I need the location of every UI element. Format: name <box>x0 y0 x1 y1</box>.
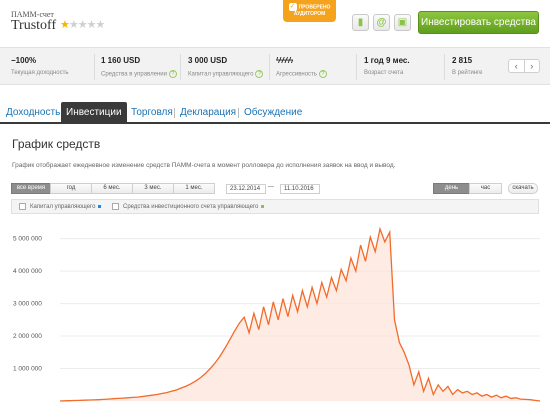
stat-rating: 2 815 В рейтинге <box>452 56 483 76</box>
stat-label: Возраст счета <box>364 70 404 76</box>
account-pager: ‹ › <box>508 59 540 73</box>
tab-profitability[interactable]: Доходность <box>6 107 60 118</box>
range-3m-button[interactable]: 3 мес. <box>132 183 174 194</box>
star-icon: ★★★★ <box>68 19 105 31</box>
tab-divider <box>238 108 239 118</box>
checkbox[interactable] <box>112 203 119 210</box>
chart-legend: Капитал управляющего Средства инвестицио… <box>11 199 539 214</box>
granularity-day-button[interactable]: день <box>433 183 470 194</box>
y-tick-label: 4 000 000 <box>13 268 42 275</box>
star-icon: ★ <box>60 19 70 31</box>
stat-profit: −100% Текущая доходность <box>11 56 68 76</box>
divider <box>444 54 445 80</box>
y-tick-label: 2 000 000 <box>13 333 42 340</box>
account-name[interactable]: Trustoff <box>11 18 56 34</box>
date-separator: — <box>268 184 274 190</box>
stat-age: 1 год 9 мес. Возраст счета <box>364 56 410 76</box>
stats-bar: −100% Текущая доходность 1 160 USD Средс… <box>0 47 550 85</box>
range-year-button[interactable]: год <box>50 183 92 194</box>
contact-button[interactable]: @ <box>373 14 390 31</box>
range-1m-button[interactable]: 1 мес. <box>173 183 215 194</box>
section-description: График отображает ежедневное изменение с… <box>12 162 396 169</box>
help-icon[interactable]: ? <box>168 70 177 78</box>
stat-value: 3 000 USD <box>188 56 228 65</box>
tab-divider <box>174 108 175 118</box>
stat-label: В рейтинге <box>452 70 483 76</box>
chevron-right-icon[interactable]: › <box>525 60 540 72</box>
legend-swatch <box>261 205 265 208</box>
tab-declaration[interactable]: Декларация <box>180 107 236 118</box>
date-from-input[interactable]: 23.12.2014 <box>226 184 266 194</box>
chevron-left-icon[interactable]: ‹ <box>509 60 525 72</box>
stat-value: 2 815 <box>452 56 473 65</box>
section-title: График средств <box>12 137 101 151</box>
series-area <box>60 228 540 401</box>
stat-funds: 1 160 USD Средства в управлении? <box>101 56 177 78</box>
stat-label: Агрессивность? <box>276 70 327 78</box>
divider <box>356 54 357 80</box>
legend-item-investment[interactable]: Средства инвестиционного счета управляющ… <box>112 203 265 210</box>
stat-capital: 3 000 USD Капитал управляющего? <box>188 56 264 78</box>
granularity-hour-button[interactable]: час <box>469 183 502 194</box>
date-to-input[interactable]: 11.10.2016 <box>280 184 320 194</box>
audit-badge[interactable]: ✓ ПРОВЕРЕНО АУДИТОРОМ <box>283 0 336 22</box>
tab-investments[interactable]: Инвестиции <box>61 102 127 124</box>
checkmark-icon: ✓ <box>288 3 297 11</box>
briefcase-icon: ▣ <box>397 17 408 28</box>
lightning-icon: ϟϟϟϟϟ <box>276 56 293 65</box>
help-icon[interactable]: ? <box>255 70 264 78</box>
range-6m-button[interactable]: 6 мес. <box>91 183 133 194</box>
y-tick-label: 3 000 000 <box>13 301 42 308</box>
rating-stars: ★★★★★ <box>60 18 105 31</box>
range-all-button[interactable]: все время <box>11 183 51 194</box>
portfolio-button[interactable]: ▣ <box>394 14 411 31</box>
stat-aggressiveness: ϟϟϟϟϟ Агрессивность? <box>276 56 327 78</box>
help-icon[interactable]: ? <box>318 70 327 78</box>
audit-badge-label: ПРОВЕРЕНО АУДИТОРОМ <box>293 4 331 17</box>
invest-button[interactable]: Инвестировать средства <box>418 11 539 34</box>
stat-value: 1 год 9 мес. <box>364 56 410 65</box>
legend-label: Средства инвестиционного счета управляющ… <box>123 203 259 210</box>
divider <box>180 54 181 80</box>
stat-label: Средства в управлении? <box>101 70 177 78</box>
legend-label: Капитал управляющего <box>30 203 96 210</box>
checkbox[interactable] <box>19 203 26 210</box>
account-header: ПАММ-счет Trustoff ★★★★★ ✓ ПРОВЕРЕНО АУДИ… <box>0 0 550 47</box>
funds-chart-svg: 1 000 000 2 000 000 3 000 000 4 000 000 5 00… <box>13 226 541 402</box>
y-tick-label: 1 000 000 <box>13 366 42 373</box>
tab-bar: Доходность Инвестиции Торговля Деклараци… <box>0 102 550 124</box>
stat-label: Текущая доходность <box>11 70 69 76</box>
bookmark-button[interactable]: ▮ <box>352 14 369 31</box>
funds-chart: 1 000 000 2 000 000 3 000 000 4 000 000 5 00… <box>0 218 550 405</box>
download-button[interactable]: скачать <box>508 183 538 194</box>
legend-swatch <box>98 205 102 208</box>
tab-discussion[interactable]: Обсуждение <box>244 107 302 118</box>
y-tick-label: 5 000 000 <box>13 236 42 243</box>
tab-trading[interactable]: Торговля <box>131 107 173 118</box>
stat-value: 1 160 USD <box>101 56 141 65</box>
legend-item-capital[interactable]: Капитал управляющего <box>19 203 102 210</box>
bookmark-icon: ▮ <box>357 17 364 28</box>
at-icon: @ <box>376 17 387 28</box>
divider <box>269 54 270 80</box>
stat-value: −100% <box>11 56 37 65</box>
divider <box>94 54 95 80</box>
stat-label: Капитал управляющего? <box>188 70 264 78</box>
